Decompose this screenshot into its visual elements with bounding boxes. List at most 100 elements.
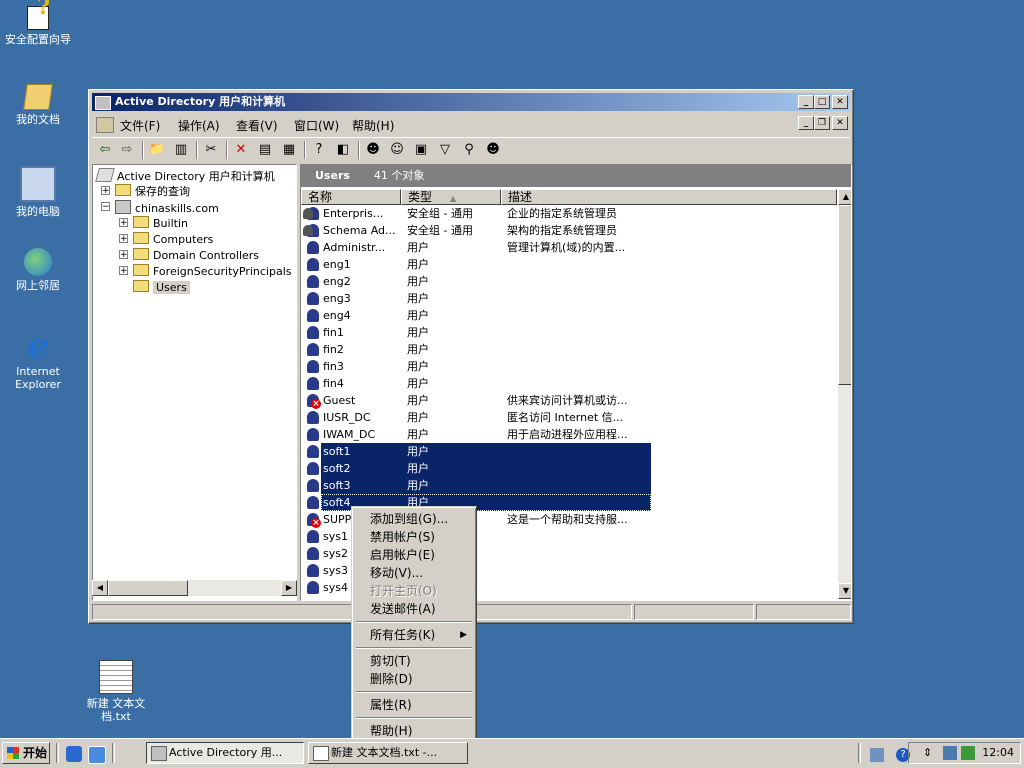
start-button[interactable]: 开始 — [2, 742, 50, 764]
table-row[interactable]: fin1 用户 — [301, 324, 837, 341]
tree-item-domain[interactable]: chinaskills.com — [115, 200, 219, 216]
mdi-minimize-button[interactable]: _ — [798, 116, 814, 130]
collapse-domain[interactable]: − — [101, 202, 110, 212]
group-icon — [303, 224, 319, 237]
clock[interactable]: 12:04 — [982, 743, 1014, 763]
context-menu-item[interactable]: 属性(R) — [355, 696, 473, 714]
cut-icon[interactable]: ✂ — [202, 141, 220, 159]
mdi-close-button[interactable]: ✕ — [832, 116, 848, 130]
table-row[interactable]: eng4 用户 — [301, 307, 837, 324]
export-list-icon[interactable]: ▦ — [280, 141, 298, 159]
desktop-icon-my-computer[interactable]: 我的电脑 — [0, 166, 76, 218]
desktop-icon-network[interactable]: 网上邻居 — [0, 248, 76, 292]
table-row[interactable]: fin4 用户 — [301, 375, 837, 392]
table-row[interactable]: eng2 用户 — [301, 273, 837, 290]
scroll-down-button[interactable]: ▼ — [838, 583, 851, 599]
context-menu-item[interactable]: 所有任务(K) ▶ — [355, 626, 473, 644]
show-tree-icon[interactable]: ▥ — [172, 141, 190, 159]
table-row[interactable]: IUSR_DC 用户 匿名访问 Internet 信... — [301, 409, 837, 426]
tree-item-computers[interactable]: Computers — [133, 232, 213, 247]
column-header-type[interactable]: 类型 ▲ — [401, 189, 501, 205]
expand-builtin[interactable]: + — [119, 218, 128, 228]
help-icon[interactable]: ? — [310, 141, 328, 159]
table-row[interactable]: fin3 用户 — [301, 358, 837, 375]
expand-domain-controllers[interactable]: + — [119, 250, 128, 260]
scroll-thumb[interactable] — [108, 580, 188, 596]
table-row[interactable]: Schema Ad... 安全组 - 通用 架构的指定系统管理员 — [301, 222, 837, 239]
delete-icon[interactable]: ✕ — [232, 141, 250, 159]
new-group-icon[interactable]: ☺ — [388, 141, 406, 159]
properties-icon[interactable]: ▤ — [256, 141, 274, 159]
context-menu-item[interactable]: 启用帐户(E) — [355, 546, 473, 564]
menu-view[interactable]: 查看(V) — [236, 117, 278, 134]
table-row[interactable]: Administr... 用户 管理计算机(域)的内置... — [301, 239, 837, 256]
task-notepad[interactable]: 新建 文本文档.txt -... — [308, 742, 468, 764]
context-menu-item[interactable]: 禁用帐户(S) — [355, 528, 473, 546]
up-folder-icon[interactable]: 📁 — [148, 141, 166, 159]
desktop-icon-security-wizard[interactable]: 安全配置向导 — [0, 1, 76, 46]
back-icon[interactable]: ⇦ — [96, 141, 114, 159]
table-row[interactable]: eng3 用户 — [301, 290, 837, 307]
find-icon[interactable]: ⚲ — [460, 141, 478, 159]
table-row[interactable]: soft2 用户 — [301, 460, 837, 477]
desktop-icon-text-file[interactable]: 新建 文本文档.txt — [78, 660, 154, 723]
ie-quicklaunch-icon[interactable] — [66, 746, 82, 762]
console-menu-icon[interactable] — [96, 117, 114, 133]
context-menu-item[interactable]: 剪切(T) — [355, 652, 473, 670]
show-console-tree-icon[interactable]: ◧ — [334, 141, 352, 159]
context-menu-item[interactable]: 删除(D) — [355, 670, 473, 688]
table-row[interactable]: soft1 用户 — [301, 443, 837, 460]
forward-icon[interactable]: ⇨ — [118, 141, 136, 159]
add-to-group-icon[interactable]: ☻ — [484, 141, 502, 159]
table-row[interactable]: soft3 用户 — [301, 477, 837, 494]
scroll-left-button[interactable]: ◀ — [92, 580, 108, 596]
context-menu-item[interactable]: 移动(V)... — [355, 564, 473, 582]
console-tree[interactable]: Active Directory 用户和计算机 + 保存的查询 − chinas… — [92, 164, 297, 601]
context-menu-item[interactable]: 添加到组(G)... — [355, 510, 473, 528]
cell-name: fin2 — [323, 343, 344, 356]
menu-help[interactable]: 帮助(H) — [352, 117, 394, 134]
menu-action[interactable]: 操作(A) — [178, 117, 220, 134]
container-header: Users 41 个对象 — [301, 165, 851, 187]
expand-foreign-security[interactable]: + — [119, 266, 128, 276]
tree-horizontal-scrollbar[interactable]: ◀ ▶ — [92, 580, 297, 596]
close-button[interactable]: ✕ — [832, 95, 848, 109]
task-aduc[interactable]: Active Directory 用... — [146, 742, 304, 764]
scroll-right-button[interactable]: ▶ — [281, 580, 297, 596]
tree-item-users[interactable]: Users — [133, 280, 190, 295]
network-tray-icon[interactable] — [943, 746, 957, 760]
security-tray-icon[interactable] — [961, 746, 975, 760]
printer-tray-icon[interactable] — [870, 748, 884, 762]
table-row[interactable]: Guest 用户 供来宾访问计算机或访... — [301, 392, 837, 409]
window-titlebar[interactable]: Active Directory 用户和计算机 _ □ ✕ — [92, 93, 850, 111]
column-header-name[interactable]: 名称 — [301, 189, 401, 205]
new-ou-icon[interactable]: ▣ — [412, 141, 430, 159]
menu-file[interactable]: 文件(F) — [120, 117, 160, 134]
expand-saved-queries[interactable]: + — [101, 186, 110, 196]
tree-item-saved-queries[interactable]: 保存的查询 — [115, 184, 190, 199]
expand-computers[interactable]: + — [119, 234, 128, 244]
tree-item-domain-controllers[interactable]: Domain Controllers — [133, 248, 259, 263]
context-menu-item[interactable]: 发送邮件(A) — [355, 600, 473, 618]
scroll-thumb[interactable] — [838, 205, 851, 385]
minimize-button[interactable]: _ — [798, 95, 814, 109]
filter-icon[interactable]: ▽ — [436, 141, 454, 159]
mdi-restore-button[interactable]: ❐ — [814, 116, 830, 130]
tree-item-builtin[interactable]: Builtin — [133, 216, 188, 231]
desktop-icon-my-documents[interactable]: 我的文档 — [0, 84, 76, 126]
table-row[interactable]: eng1 用户 — [301, 256, 837, 273]
tree-root[interactable]: Active Directory 用户和计算机 — [95, 168, 275, 184]
list-vertical-scrollbar[interactable]: ▲ ▼ — [838, 189, 851, 599]
menu-window[interactable]: 窗口(W) — [294, 117, 339, 134]
table-row[interactable]: Enterpris... 安全组 - 通用 企业的指定系统管理员 — [301, 205, 837, 222]
scroll-up-button[interactable]: ▲ — [838, 189, 851, 205]
maximize-button[interactable]: □ — [814, 95, 830, 109]
volume-icon[interactable]: ⇕ — [923, 746, 937, 760]
new-user-icon[interactable]: ☻ — [364, 141, 382, 159]
table-row[interactable]: IWAM_DC 用户 用于启动进程外应用程... — [301, 426, 837, 443]
column-header-description[interactable]: 描述 — [501, 189, 837, 205]
show-desktop-icon[interactable] — [88, 746, 106, 764]
table-row[interactable]: fin2 用户 — [301, 341, 837, 358]
desktop-icon-ie[interactable]: e Internet Explorer — [0, 329, 76, 391]
tree-item-foreign-security-principals[interactable]: ForeignSecurityPrincipals — [133, 264, 292, 279]
